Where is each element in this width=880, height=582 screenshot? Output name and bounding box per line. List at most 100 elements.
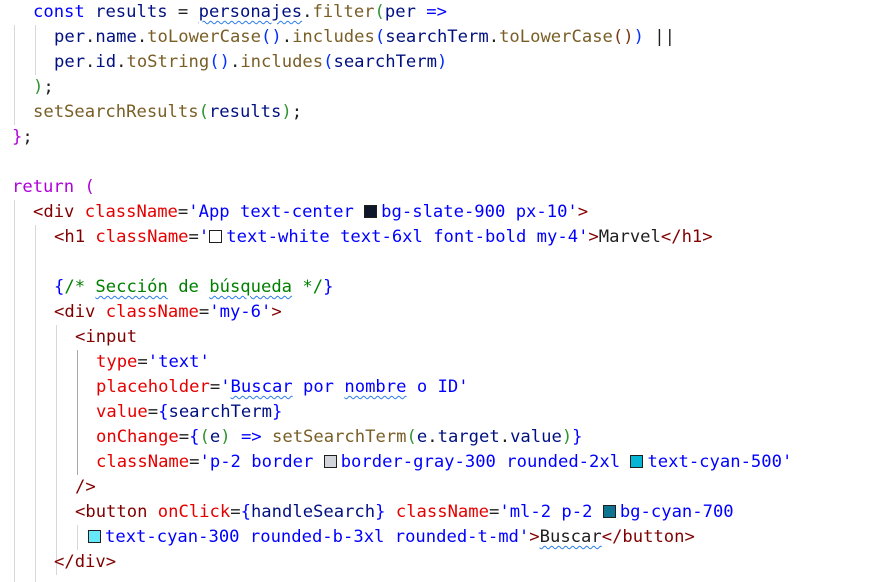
identifier: e bbox=[209, 427, 221, 447]
identifier: per bbox=[54, 27, 86, 47]
operator: = bbox=[178, 427, 190, 447]
paren: ) bbox=[436, 52, 448, 72]
jsx-attribute: className bbox=[74, 202, 178, 222]
function-name: toLowerCase bbox=[499, 27, 613, 47]
jsx-tag: </button> bbox=[601, 527, 695, 547]
code-line[interactable]: per.name.toLowerCase().includes(searchTe… bbox=[54, 25, 675, 50]
jsx-tag: > bbox=[577, 202, 589, 222]
code-line[interactable]: return ( bbox=[12, 175, 95, 200]
jsx-attribute: onChange bbox=[96, 427, 179, 447]
function-name: toString bbox=[126, 52, 210, 72]
color-swatch[interactable] bbox=[630, 455, 644, 468]
function-name: filter bbox=[312, 2, 375, 22]
code-line[interactable]: value={searchTerm} bbox=[96, 400, 282, 425]
keyword: const bbox=[33, 2, 85, 22]
identifier: searchTerm bbox=[333, 52, 437, 72]
paren: ( bbox=[406, 427, 417, 447]
jsx-attribute: type bbox=[96, 352, 138, 372]
code-line[interactable]: onChange={(e) => setSearchTerm(e.target.… bbox=[96, 425, 583, 450]
identifier: per bbox=[54, 52, 86, 72]
code-line[interactable]: {/* Sección de búsqueda */} bbox=[54, 275, 333, 300]
paren: ) bbox=[281, 102, 292, 122]
comment: /* bbox=[64, 277, 96, 297]
paren: ) bbox=[33, 77, 44, 97]
string: bg-cyan-700 bbox=[619, 502, 734, 522]
paren: ( bbox=[74, 177, 95, 197]
operator: = bbox=[209, 377, 221, 397]
function-name: includes bbox=[240, 52, 324, 72]
semicolon: ; bbox=[43, 77, 54, 97]
string: ' bbox=[220, 377, 231, 397]
operator: = bbox=[488, 502, 500, 522]
code-line[interactable]: </div> bbox=[54, 550, 116, 575]
string: o ID' bbox=[406, 377, 469, 397]
code-line[interactable]: <input bbox=[75, 325, 137, 350]
brace: { bbox=[158, 402, 169, 422]
string: 'my-6' bbox=[209, 302, 272, 322]
brace: { bbox=[189, 427, 200, 447]
code-line[interactable]: per.id.toString().includes(searchTerm) bbox=[54, 50, 447, 75]
dot: . bbox=[136, 27, 148, 47]
jsx-tag: > bbox=[529, 527, 540, 547]
paren: () bbox=[612, 27, 634, 47]
jsx-tag: <div bbox=[54, 302, 96, 322]
code-line[interactable]: type='text' bbox=[96, 350, 210, 375]
color-swatch[interactable] bbox=[88, 530, 101, 543]
jsx-attribute: className bbox=[96, 452, 190, 472]
property: name bbox=[95, 27, 137, 47]
code-line[interactable]: className='p-2 border border-gray-300 ro… bbox=[96, 450, 792, 475]
string: 'App text-center bbox=[188, 202, 365, 222]
code-line[interactable]: ); bbox=[33, 75, 54, 100]
paren: () bbox=[261, 27, 282, 47]
dot: . bbox=[116, 52, 127, 72]
code-editor[interactable]: const results = personajes.filter(per =>… bbox=[0, 0, 880, 582]
code-line[interactable]: const results = personajes.filter(per => bbox=[33, 0, 447, 25]
code-line[interactable]: text-cyan-300 rounded-b-3xl rounded-t-md… bbox=[88, 525, 695, 550]
identifier: searchTerm bbox=[168, 402, 272, 422]
indent-guide bbox=[56, 325, 57, 575]
string-squiggle: Buscar bbox=[230, 377, 293, 397]
brace: { bbox=[240, 502, 251, 522]
indent-guide bbox=[35, 25, 36, 75]
operator: = bbox=[188, 227, 199, 247]
function-name: setSearchTerm bbox=[272, 427, 407, 447]
dot: . bbox=[85, 27, 96, 47]
string: border-gray-300 rounded-2xl bbox=[340, 452, 631, 472]
jsx-tag: <h1 bbox=[54, 227, 86, 247]
brace: } bbox=[375, 502, 386, 522]
dot: . bbox=[427, 427, 438, 447]
arrow: => bbox=[415, 2, 447, 22]
function-name: setSearchResults bbox=[33, 102, 199, 122]
jsx-tag: <button bbox=[75, 502, 148, 522]
code-line[interactable]: <div className='App text-center bg-slate… bbox=[33, 200, 588, 225]
code-line[interactable]: <div className='my-6'> bbox=[54, 300, 282, 325]
code-line[interactable]: <button onClick={handleSearch} className… bbox=[75, 500, 734, 525]
dot: . bbox=[302, 2, 313, 22]
dot: . bbox=[229, 52, 241, 72]
code-line[interactable]: setSearchResults(results); bbox=[33, 100, 302, 125]
operator: = bbox=[198, 302, 210, 322]
color-swatch[interactable] bbox=[364, 205, 378, 218]
dot: . bbox=[281, 27, 293, 47]
identifier: per bbox=[384, 2, 416, 22]
jsx-tag: /> bbox=[75, 477, 96, 497]
function-name: includes bbox=[292, 27, 375, 47]
jsx-tag: <input bbox=[75, 327, 138, 347]
code-line[interactable]: /> bbox=[75, 475, 96, 500]
jsx-tag: <div bbox=[33, 202, 75, 222]
operator: = bbox=[147, 402, 159, 422]
color-swatch[interactable] bbox=[323, 455, 337, 468]
property: value bbox=[510, 427, 562, 447]
operator: || bbox=[643, 27, 675, 47]
color-swatch[interactable] bbox=[209, 230, 223, 243]
brace: { bbox=[54, 277, 65, 297]
code-line[interactable]: }; bbox=[12, 125, 33, 150]
identifier: e bbox=[416, 427, 428, 447]
code-line[interactable]: <h1 className=' text-white text-6xl font-… bbox=[54, 225, 713, 250]
color-swatch[interactable] bbox=[602, 505, 616, 518]
operator: = bbox=[230, 502, 241, 522]
paren: ) bbox=[633, 27, 644, 47]
brace: } bbox=[12, 127, 23, 147]
code-line[interactable]: placeholder='Buscar por nombre o ID' bbox=[96, 375, 469, 400]
comment-squiggle: búsqueda bbox=[209, 277, 293, 297]
